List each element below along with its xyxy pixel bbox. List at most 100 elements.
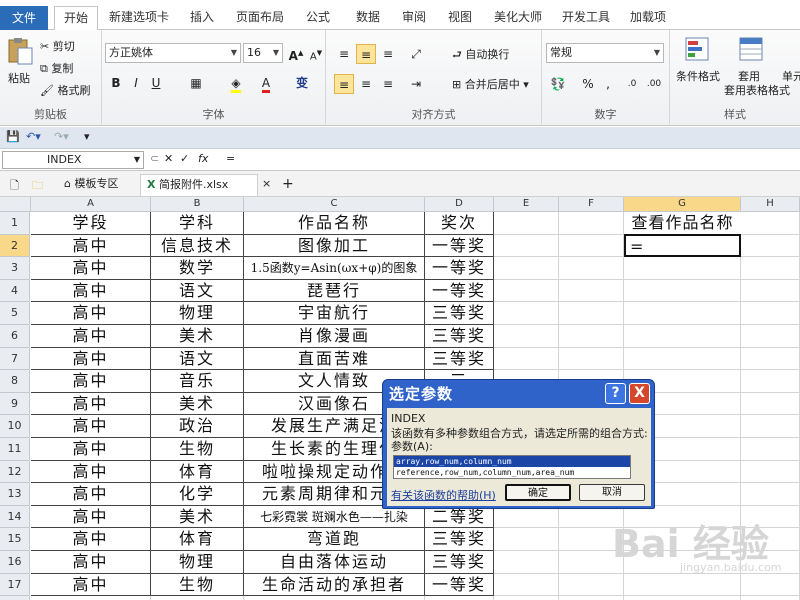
table-cell[interactable] [559, 257, 624, 280]
table-cell[interactable]: 一等奖 [425, 234, 494, 258]
table-cell[interactable]: 高中 [31, 279, 151, 303]
argument-option[interactable]: reference,row_num,column_num,area_num [394, 467, 630, 478]
table-cell[interactable]: 高中 [31, 573, 151, 597]
table-cell[interactable] [494, 325, 559, 348]
row-header[interactable]: 1 [0, 212, 30, 235]
table-cell[interactable] [741, 438, 800, 461]
row-header[interactable]: 5 [0, 302, 30, 325]
table-cell[interactable]: 三等奖 [425, 528, 494, 551]
table-cell[interactable]: 二等奖 [425, 505, 494, 529]
tab-addins[interactable]: 加载项 [622, 6, 674, 30]
percent-button[interactable]: % [578, 74, 598, 94]
confirm-entry-icon[interactable]: ✓ [180, 152, 189, 165]
indent-button[interactable]: ⇥ [406, 74, 426, 94]
table-cell[interactable]: 数学 [151, 257, 244, 280]
align-bottom-button[interactable]: ≡ [378, 44, 398, 64]
table-cell[interactable]: 体育 [151, 460, 244, 484]
table-cell[interactable]: 体育 [151, 528, 244, 551]
col-header-e[interactable]: E [494, 197, 559, 212]
table-cell[interactable]: 三等奖 [425, 347, 494, 371]
table-cell[interactable] [244, 596, 425, 600]
table-cell[interactable]: 自由落体运动 [244, 551, 425, 574]
table-cell[interactable]: 信息技术 [151, 234, 244, 258]
table-cell[interactable] [559, 573, 624, 597]
currency-button[interactable]: 💱 [548, 74, 568, 94]
row-header[interactable]: 14 [0, 505, 30, 529]
align-center-button[interactable]: ≡ [356, 74, 376, 94]
table-cell[interactable]: 一等奖 [425, 257, 494, 280]
row-header[interactable]: 9 [0, 392, 30, 416]
orientation-button[interactable]: ⤢ [406, 44, 426, 64]
table-cell[interactable]: 高中 [31, 392, 151, 416]
table-cell[interactable] [741, 279, 800, 303]
table-cell[interactable] [494, 302, 559, 325]
row-header[interactable]: 16 [0, 551, 30, 574]
table-cell[interactable]: 化学 [151, 483, 244, 506]
table-cell[interactable]: 高中 [31, 551, 151, 574]
table-cell[interactable]: 美术 [151, 505, 244, 529]
table-cell[interactable]: 美术 [151, 325, 244, 348]
table-cell[interactable] [624, 347, 741, 371]
table-cell[interactable]: 弯道跑 [244, 528, 425, 551]
table-cell[interactable] [559, 325, 624, 348]
table-cell[interactable] [741, 347, 800, 371]
table-cell[interactable]: 1.5函数y=Asin(ωx+φ)的图象 [244, 257, 425, 280]
table-cell[interactable]: 宇宙航行 [244, 302, 425, 325]
cell-g2-active[interactable]: = [624, 234, 741, 257]
table-cell[interactable] [559, 347, 624, 371]
table-cell[interactable] [559, 212, 624, 235]
table-cell[interactable]: 学段 [31, 212, 151, 235]
file-icon[interactable]: 🗋 [10, 177, 19, 196]
comma-button[interactable]: , [598, 74, 618, 94]
shrink-font-button[interactable]: A▼ [306, 43, 326, 63]
row-header[interactable]: 12 [0, 460, 30, 484]
tab-developer[interactable]: 开发工具 [556, 6, 616, 30]
italic-button[interactable]: I [126, 73, 146, 93]
table-cell[interactable] [741, 596, 800, 600]
row-header[interactable]: 3 [0, 257, 30, 280]
select-all-corner[interactable] [0, 197, 31, 212]
table-cell[interactable]: 高中 [31, 460, 151, 484]
table-cell[interactable]: 物理 [151, 551, 244, 574]
table-cell[interactable]: 生物 [151, 573, 244, 597]
table-cell[interactable]: 高中 [31, 234, 151, 258]
table-cell[interactable] [151, 596, 244, 600]
table-cell[interactable]: 三等奖 [425, 551, 494, 574]
tab-page-layout[interactable]: 页面布局 [230, 6, 290, 30]
table-cell[interactable] [494, 212, 559, 235]
table-cell[interactable]: 生物 [151, 438, 244, 461]
table-cell[interactable]: 作品名称 [244, 212, 425, 235]
table-cell[interactable] [741, 392, 800, 416]
copy-button[interactable]: ⧉ 复制 [40, 60, 73, 76]
ok-button[interactable]: 确定 [505, 484, 571, 501]
fill-color-button[interactable]: ◈ [226, 73, 246, 93]
arguments-listbox[interactable]: array,row_num,column_num reference,row_n… [393, 455, 631, 479]
cell-style-button[interactable]: 单元 [782, 68, 800, 84]
row-header[interactable]: 15 [0, 528, 30, 551]
table-cell[interactable]: 音乐 [151, 370, 244, 393]
tab-home[interactable]: 开始 [54, 6, 98, 31]
border-button[interactable]: ▦ [186, 73, 206, 93]
tab-view[interactable]: 视图 [438, 6, 482, 30]
tab-new[interactable]: 新建选项卡 [104, 6, 174, 30]
table-cell[interactable] [624, 257, 741, 280]
table-cell[interactable]: 高中 [31, 438, 151, 461]
argument-option[interactable]: array,row_num,column_num [394, 456, 630, 467]
table-cell[interactable]: 奖次 [425, 212, 494, 235]
customize-qat-icon[interactable]: ▾ [84, 130, 90, 143]
row-header[interactable]: 17 [0, 573, 30, 597]
table-cell[interactable] [494, 279, 559, 303]
table-cell[interactable]: 高中 [31, 505, 151, 529]
table-cell[interactable]: 高中 [31, 370, 151, 393]
formula-input[interactable]: = [226, 152, 235, 165]
increase-decimal-button[interactable]: .0 [622, 74, 642, 94]
redo-icon[interactable]: ↷▾ [54, 130, 69, 143]
table-cell[interactable] [559, 234, 624, 258]
phonetic-button[interactable]: 变 [292, 73, 312, 93]
table-cell[interactable] [494, 234, 559, 258]
cell-g1[interactable]: 查看作品名称 [624, 212, 741, 234]
table-cell[interactable]: 直面苦难 [244, 347, 425, 371]
bold-button[interactable]: B [106, 73, 126, 93]
font-size-select[interactable]: 16 ▼ [243, 43, 283, 63]
dialog-close-button[interactable]: X [629, 383, 650, 404]
